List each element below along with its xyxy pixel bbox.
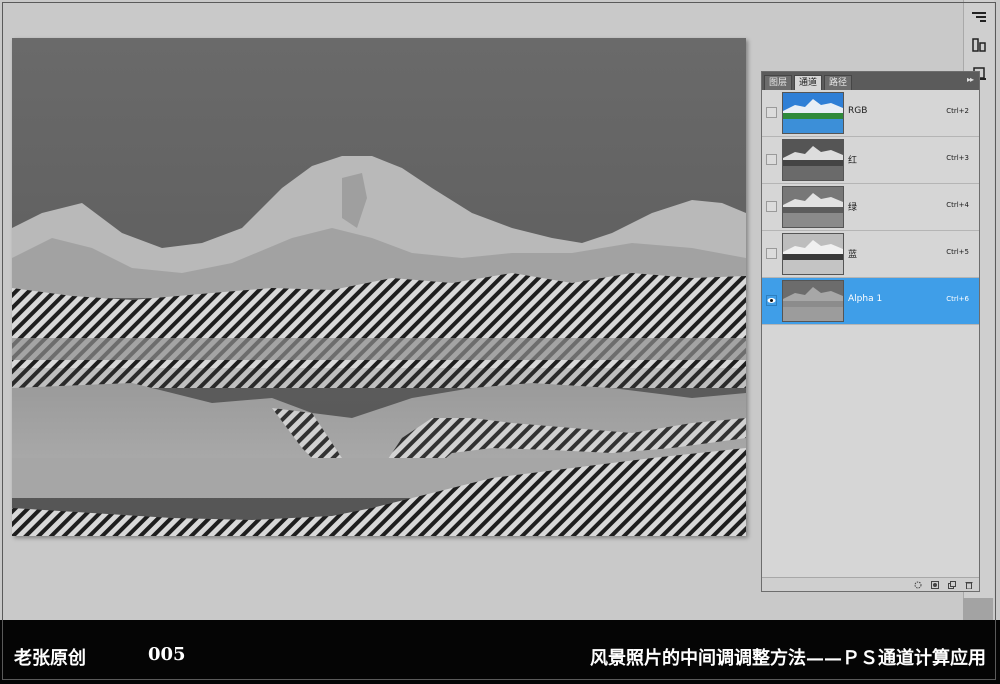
channel-thumbnail-rgb [782,92,844,134]
channel-row-red[interactable]: 红 Ctrl+3 [762,137,979,184]
load-selection-icon[interactable] [914,581,922,589]
tab-paths[interactable]: 路径 [824,75,853,90]
channel-shortcut: Ctrl+2 [946,107,969,115]
canvas-image[interactable] [12,38,746,536]
channel-name: Alpha 1 [848,294,883,304]
new-channel-icon[interactable] [948,580,956,589]
channel-name: 绿 [848,203,858,213]
tab-channels[interactable]: 通道 [794,75,823,90]
panel-header: 图层 通道 路径 ▸▸ [762,72,979,90]
channel-shortcut: Ctrl+4 [946,201,969,209]
double-chevron-icon[interactable]: ▸▸ [967,75,974,84]
visibility-toggle[interactable] [766,154,777,165]
channel-thumbnail-red [782,139,844,181]
visibility-toggle[interactable] [766,248,777,259]
eye-icon[interactable] [766,295,777,306]
delete-channel-icon[interactable] [965,581,973,589]
caption-author: 老张原创 [14,648,86,669]
channel-name: RGB [848,106,868,116]
caption-bar: 老张原创 005 风景照片的中间调调整方法——ＰＳ通道计算应用 [0,620,1000,684]
channel-name: 蓝 [848,250,858,260]
channel-row-green[interactable]: 绿 Ctrl+4 [762,184,979,231]
channel-thumbnail-blue [782,233,844,275]
panel-footer [762,577,979,591]
channel-row-blue[interactable]: 蓝 Ctrl+5 [762,231,979,278]
tool-b-icon[interactable] [968,34,990,56]
channel-thumbnail-green [782,186,844,228]
tool-a-icon[interactable] [968,6,990,28]
visibility-toggle[interactable] [766,201,777,212]
channel-thumbnail-alpha-1 [782,280,844,322]
channel-row-alpha-1[interactable]: Alpha 1 Ctrl+6 [762,278,979,325]
channel-row-rgb[interactable]: RGB Ctrl+2 [762,90,979,137]
channel-shortcut: Ctrl+6 [946,295,969,303]
channel-shortcut: Ctrl+5 [946,248,969,256]
scroll-strip[interactable] [963,598,993,620]
workspace: 图层 通道 路径 ▸▸ RGB Ctrl+2 红 Ctrl+3 绿 Ctrl+4… [0,0,1000,620]
channel-list: RGB Ctrl+2 红 Ctrl+3 绿 Ctrl+4 蓝 Ctrl+5 Al… [762,90,979,325]
visibility-toggle[interactable] [766,107,777,118]
caption-title: 风景照片的中间调调整方法——ＰＳ通道计算应用 [590,648,986,669]
channel-shortcut: Ctrl+3 [946,154,969,162]
save-selection-icon[interactable] [931,580,939,589]
channel-name: 红 [848,156,858,166]
channels-panel: 图层 通道 路径 ▸▸ RGB Ctrl+2 红 Ctrl+3 绿 Ctrl+4… [761,71,980,592]
caption-number: 005 [148,644,186,665]
tab-layers[interactable]: 图层 [764,75,793,90]
